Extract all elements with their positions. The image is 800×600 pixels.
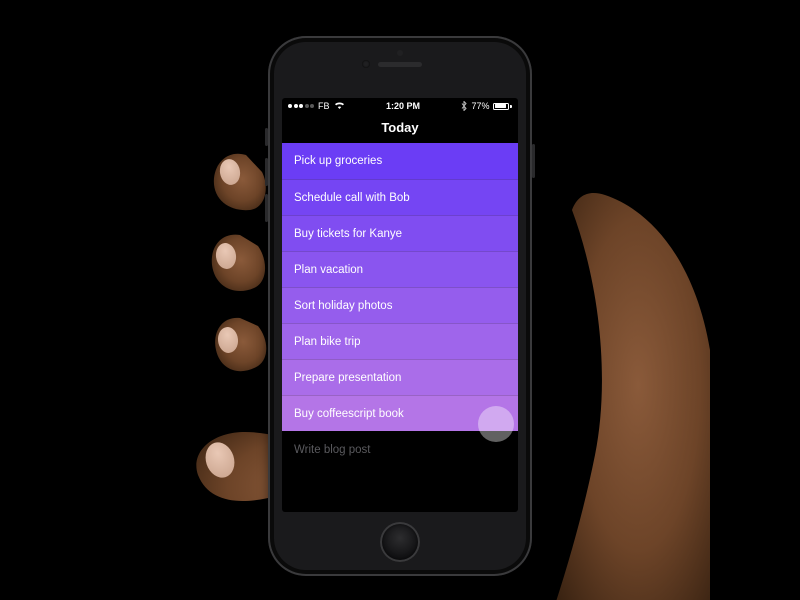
screen: FB 1:20 PM 77% Today: [282, 98, 518, 512]
todo-item[interactable]: Buy tickets for Kanye: [282, 215, 518, 251]
stage: FB 1:20 PM 77% Today: [0, 0, 800, 600]
front-camera: [362, 60, 370, 68]
todo-label: Buy tickets for Kanye: [294, 228, 402, 240]
battery-icon: [493, 103, 512, 110]
todo-label: Pick up groceries: [294, 155, 382, 167]
todo-label: Prepare presentation: [294, 372, 401, 384]
status-bar: FB 1:20 PM 77%: [282, 98, 518, 114]
bluetooth-icon: [461, 101, 467, 111]
phone-device: FB 1:20 PM 77% Today: [268, 36, 532, 576]
todo-label: Sort holiday photos: [294, 300, 392, 312]
home-button[interactable]: [380, 522, 420, 562]
mute-switch[interactable]: [265, 128, 268, 146]
todo-item[interactable]: Schedule call with Bob: [282, 179, 518, 215]
clock: 1:20 PM: [386, 101, 420, 111]
todo-label: Schedule call with Bob: [294, 192, 410, 204]
todo-label: Write blog post: [294, 444, 371, 456]
volume-down-button[interactable]: [265, 194, 268, 222]
todo-item[interactable]: Pick up groceries: [282, 143, 518, 179]
todo-label: Plan bike trip: [294, 336, 360, 348]
todo-item[interactable]: Plan bike trip: [282, 323, 518, 359]
carrier-label: FB: [318, 101, 330, 111]
signal-dots-icon: [288, 104, 314, 108]
todo-item[interactable]: Plan vacation: [282, 251, 518, 287]
battery-percent: 77%: [471, 101, 489, 111]
todo-label: Buy coffeescript book: [294, 408, 404, 420]
wifi-icon: [334, 101, 345, 111]
todo-item[interactable]: Sort holiday photos: [282, 287, 518, 323]
earpiece-speaker: [378, 62, 422, 67]
todo-label: Plan vacation: [294, 264, 363, 276]
todo-item[interactable]: Prepare presentation: [282, 359, 518, 395]
page-title: Today: [282, 114, 518, 143]
proximity-sensor: [397, 50, 403, 56]
touch-indicator: [478, 406, 514, 442]
volume-up-button[interactable]: [265, 158, 268, 186]
power-button[interactable]: [532, 144, 535, 178]
